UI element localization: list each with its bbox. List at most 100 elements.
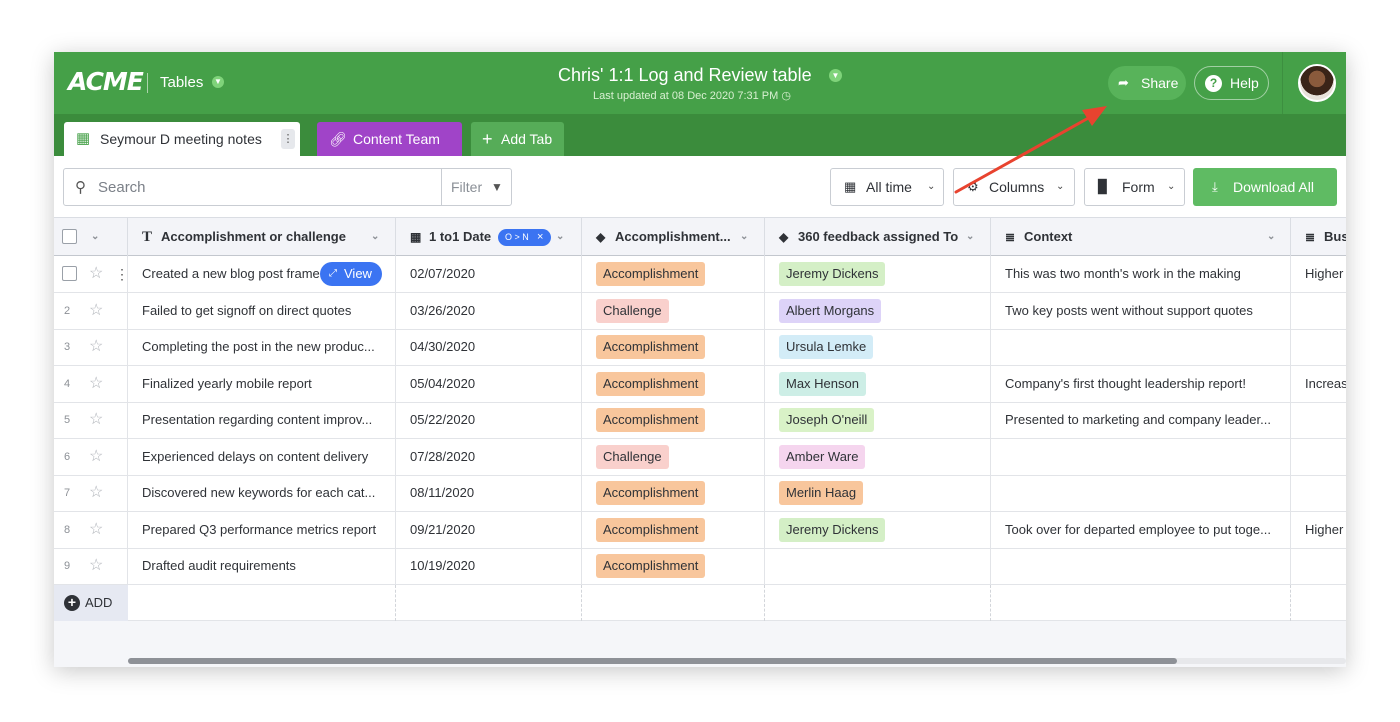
cell-feedback-person[interactable]: Albert Morgans [765, 292, 991, 329]
cell-context[interactable]: This was two month's work in the making [991, 256, 1291, 292]
add-row-button[interactable]: + ADD [54, 585, 128, 621]
cell-business[interactable] [1291, 329, 1346, 365]
star-icon[interactable]: ☆ [89, 475, 103, 511]
table-row[interactable]: 4 ☆ Finalized yearly mobile report 05/04/20… [54, 365, 1346, 403]
cell-date[interactable]: 04/30/2020 [396, 329, 582, 365]
select-all-checkbox[interactable] [62, 229, 77, 244]
cell-feedback-person[interactable]: Jeremy Dickens [765, 256, 991, 292]
cell-feedback-person[interactable]: Joseph O'neill [765, 402, 991, 438]
star-icon[interactable]: ☆ [89, 512, 103, 548]
cell-business[interactable] [1291, 475, 1346, 511]
table-row[interactable]: 3 ☆ Completing the post in the new produc.… [54, 329, 1346, 366]
chevron-down-icon[interactable]: ⌄ [1267, 218, 1275, 256]
cell-date[interactable]: 03/26/2020 [396, 292, 582, 329]
cell-type[interactable]: Accomplishment [582, 329, 765, 365]
cell-feedback-person[interactable] [765, 548, 991, 584]
horizontal-scrollbar[interactable] [128, 658, 1346, 664]
columns-dropdown[interactable]: ⚙ Columns ⌄ [953, 168, 1075, 206]
chevron-down-icon[interactable]: ⌄ [556, 218, 564, 256]
download-all-button[interactable]: ⤓ Download All [1193, 168, 1337, 206]
cell-feedback-person[interactable]: Merlin Haag [765, 475, 991, 511]
chevron-down-icon[interactable]: ⌄ [966, 218, 974, 256]
share-button[interactable]: ➦ Share [1108, 66, 1186, 100]
tab-seymour-meeting-notes[interactable]: ▦ Seymour D meeting notes ⋮ [64, 122, 300, 156]
cell-business[interactable] [1291, 439, 1346, 475]
cell-date[interactable]: 08/11/2020 [396, 475, 582, 511]
table-row[interactable]: 7 ☆ Discovered new keywords for each cat..… [54, 475, 1346, 512]
chevron-down-icon[interactable]: ⌄ [91, 218, 99, 256]
cell-task[interactable]: Prepared Q3 performance metrics report [128, 511, 396, 548]
row-menu-icon[interactable]: ⋮ [115, 256, 127, 292]
table-row[interactable]: 2 ☆ Failed to get signoff on direct quotes… [54, 292, 1346, 330]
column-header-type[interactable]: ◆ Accomplishment... ⌄ [582, 218, 765, 256]
star-icon[interactable]: ☆ [89, 402, 103, 438]
cell-type[interactable]: Challenge [582, 292, 765, 329]
cell-feedback-person[interactable]: Max Henson [765, 365, 991, 402]
tables-menu[interactable]: Tables [160, 74, 203, 91]
cell-business[interactable]: Increas [1291, 366, 1346, 402]
cell-date[interactable]: 10/19/2020 [396, 548, 582, 584]
cell-feedback-person[interactable]: Jeremy Dickens [765, 511, 991, 548]
cell-type[interactable]: Accomplishment [582, 256, 765, 292]
cell-context[interactable]: Two key posts went without support quote… [991, 292, 1291, 329]
tab-more-icon[interactable]: ⋮ [281, 129, 295, 149]
star-icon[interactable]: ☆ [89, 329, 103, 365]
title-chevron-icon[interactable]: ▼ [829, 69, 842, 82]
star-icon[interactable]: ☆ [89, 439, 103, 475]
star-icon[interactable]: ☆ [89, 293, 103, 329]
cell-task[interactable]: Discovered new keywords for each cat... [128, 475, 396, 511]
cell-business[interactable] [1291, 293, 1346, 329]
cell-type[interactable]: Accomplishment [582, 402, 765, 438]
cell-context[interactable] [991, 548, 1291, 584]
table-row[interactable]: ☆ ⋮ Created a new blog post frame ⤢ View 02/0… [54, 256, 1346, 293]
cell-date[interactable]: 02/07/2020 [396, 256, 582, 292]
column-header-date[interactable]: ▦ 1 to1 Date O > N × ⌄ [396, 218, 582, 256]
column-header-context[interactable]: ≣ Context ⌄ [991, 218, 1291, 256]
column-header-accomplishment[interactable]: T Accomplishment or challenge ⌄ [128, 218, 396, 256]
user-avatar[interactable] [1298, 64, 1336, 102]
cell-business[interactable]: Higher [1291, 512, 1346, 548]
cell-task[interactable]: Experienced delays on content delivery [128, 438, 396, 475]
search-input[interactable]: ⚲ Search Filter ▼ [63, 168, 512, 206]
cell-task[interactable]: Completing the post in the new produc... [128, 329, 396, 365]
scrollbar-thumb[interactable] [128, 658, 1177, 664]
sort-badge[interactable]: O > N × [498, 229, 551, 246]
table-row[interactable]: 6 ☆ Experienced delays on content delivery… [54, 438, 1346, 476]
cell-feedback-person[interactable]: Amber Ware [765, 438, 991, 475]
cell-business[interactable] [1291, 402, 1346, 438]
cell-context[interactable]: Company's first thought leadership repor… [991, 365, 1291, 402]
cell-context[interactable]: Took over for departed employee to put t… [991, 511, 1291, 548]
cell-context[interactable] [991, 438, 1291, 475]
table-row[interactable]: 8 ☆ Prepared Q3 performance metrics report… [54, 511, 1346, 549]
cell-type[interactable]: Challenge [582, 438, 765, 475]
chevron-down-icon[interactable]: ⌄ [371, 218, 379, 256]
cell-type[interactable]: Accomplishment [582, 548, 765, 584]
column-header-feedback[interactable]: ◆ 360 feedback assigned To ⌄ [765, 218, 991, 256]
cell-date[interactable]: 05/22/2020 [396, 402, 582, 438]
view-record-button[interactable]: ⤢ View [320, 262, 382, 286]
cell-business[interactable] [1291, 548, 1346, 584]
table-row[interactable]: 5 ☆ Presentation regarding content improv.… [54, 402, 1346, 439]
chevron-down-icon[interactable]: ⌄ [740, 218, 748, 256]
cell-task[interactable]: Failed to get signoff on direct quotes [128, 292, 396, 329]
row-checkbox[interactable] [62, 266, 77, 281]
cell-task[interactable]: Drafted audit requirements [128, 548, 396, 584]
add-tab-button[interactable]: + Add Tab [471, 122, 564, 156]
form-dropdown[interactable]: ▉ Form ⌄ [1084, 168, 1185, 206]
acme-logo[interactable]: ACME [68, 67, 144, 96]
column-header-business[interactable]: ≣ Bus [1291, 218, 1346, 256]
cell-date[interactable]: 09/21/2020 [396, 511, 582, 548]
star-icon[interactable]: ☆ [89, 366, 103, 402]
star-icon[interactable]: ☆ [89, 256, 103, 292]
cell-context[interactable] [991, 329, 1291, 365]
cell-context[interactable] [991, 475, 1291, 511]
cell-task[interactable]: Presentation regarding content improv... [128, 402, 396, 438]
cell-task[interactable]: Created a new blog post frame ⤢ View [128, 256, 396, 292]
tab-content-team[interactable]: 🔗︎ Content Team [317, 122, 462, 156]
table-row[interactable]: 9 ☆ Drafted audit requirements 10/19/2020 Ac… [54, 548, 1346, 585]
close-icon[interactable]: × [537, 229, 543, 246]
cell-type[interactable]: Accomplishment [582, 511, 765, 548]
cell-feedback-person[interactable]: Ursula Lemke [765, 329, 991, 365]
cell-date[interactable]: 05/04/2020 [396, 365, 582, 402]
cell-type[interactable]: Accomplishment [582, 475, 765, 511]
